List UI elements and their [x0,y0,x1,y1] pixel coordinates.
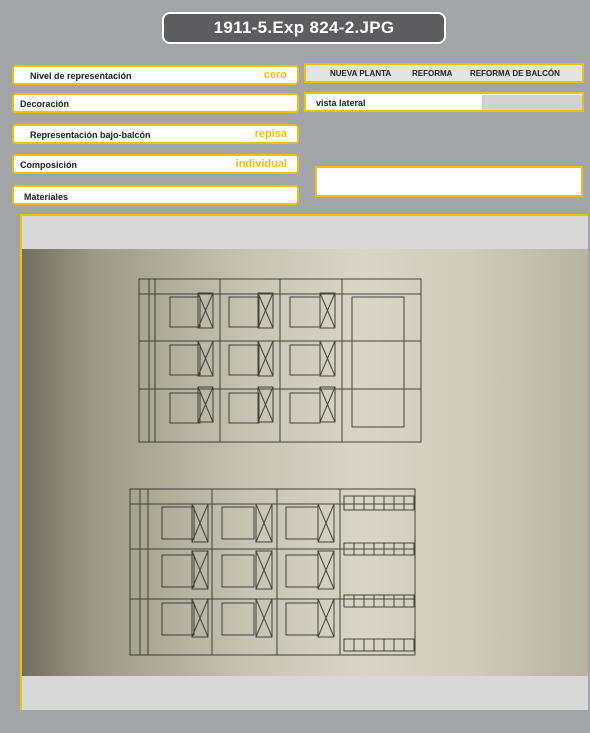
materiales-field[interactable]: Materiales [12,185,299,205]
tab-nueva-planta[interactable]: NUEVA PLANTA [330,69,391,78]
materiales-label: Materiales [24,192,69,202]
notes-box[interactable] [315,166,583,197]
composicion-label: Composición [20,160,78,170]
nivel-representacion-field[interactable]: Nivel de representación cero [12,65,299,85]
tab-reforma[interactable]: REFORMA [412,69,452,78]
composicion-field[interactable]: Composición individual [12,154,299,174]
facade-drawing-photo [22,249,588,676]
view-field[interactable]: vista lateral [304,92,584,112]
representacion-bajo-balcon-field[interactable]: Representación bajo-balcón repisa [12,124,299,144]
tab-bar: NUEVA PLANTA REFORMA REFORMA DE BALCÓN [304,63,584,83]
decoracion-label: Decoración [20,99,70,109]
representacion-bajo-balcon-label: Representación bajo-balcón [30,130,151,140]
nivel-representacion-value: cero [263,69,287,81]
nivel-representacion-label: Nivel de representación [30,71,132,81]
composicion-value: individual [235,158,287,170]
representacion-bajo-balcon-value: repisa [254,128,287,140]
decoracion-field[interactable]: Decoración [12,93,299,113]
facade-drawing [129,278,422,656]
tab-reforma-de-balcon[interactable]: REFORMA DE BALCÓN [470,69,560,78]
view-label: vista lateral [316,98,366,108]
file-title: 1911-5.Exp 824-2.JPG [162,12,446,44]
view-value-box [482,95,582,110]
